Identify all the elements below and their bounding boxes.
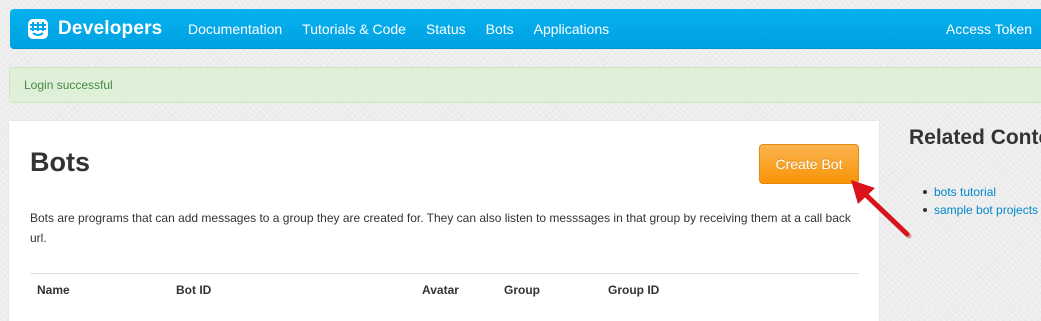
bullet-icon — [923, 190, 927, 194]
column-header-name: Name — [37, 283, 70, 297]
nav-bots[interactable]: Bots — [486, 21, 514, 37]
list-item: sample bot projects — [923, 201, 1038, 219]
bots-panel: Bots Create Bot Bots are programs that c… — [9, 121, 879, 321]
brand-name: Developers — [58, 18, 163, 39]
red-arrow-annotation-icon — [851, 180, 912, 239]
list-item: bots tutorial — [923, 183, 1038, 201]
related-content-list: bots tutorial sample bot projects — [923, 183, 1038, 219]
sample-bot-projects-link[interactable]: sample bot projects — [934, 203, 1038, 217]
groupme-logo-icon — [28, 19, 48, 39]
bots-tutorial-link[interactable]: bots tutorial — [934, 185, 996, 199]
create-bot-button[interactable]: Create Bot — [759, 144, 859, 184]
bullet-icon — [923, 208, 927, 212]
nav-access-token[interactable]: Access Token — [946, 9, 1032, 49]
page-title: Bots — [30, 147, 90, 177]
column-header-group-id: Group ID — [608, 283, 660, 297]
column-header-group: Group — [504, 283, 540, 297]
nav-tutorials-code[interactable]: Tutorials & Code — [302, 21, 406, 37]
nav-status[interactable]: Status — [426, 21, 466, 37]
bots-description: Bots are programs that can add messages … — [30, 211, 851, 245]
related-content-title: Related Content — [909, 126, 1041, 149]
column-header-bot-id: Bot ID — [176, 283, 212, 297]
column-header-avatar: Avatar — [422, 283, 459, 297]
alert-message: Login successful — [24, 78, 113, 92]
table-divider — [30, 273, 859, 274]
brand-link[interactable]: Developers — [27, 16, 162, 42]
login-success-alert: Login successful — [9, 67, 1041, 103]
nav-applications[interactable]: Applications — [534, 21, 610, 37]
nav-links: Documentation Tutorials & Code Status Bo… — [188, 9, 629, 49]
nav-documentation[interactable]: Documentation — [188, 21, 282, 37]
top-navbar: Developers Documentation Tutorials & Cod… — [10, 9, 1041, 49]
